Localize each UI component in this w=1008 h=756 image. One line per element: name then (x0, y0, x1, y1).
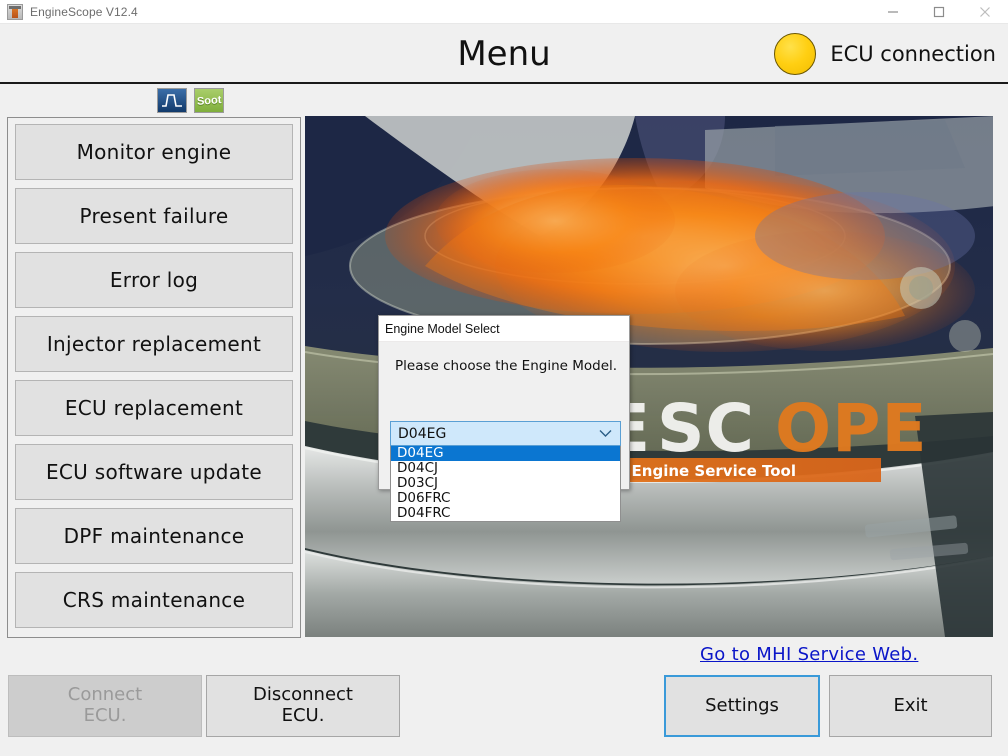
engine-model-selected-value: D04EG (391, 426, 446, 442)
chevron-down-icon[interactable] (599, 425, 612, 443)
sidebar-item-ecu-software-update[interactable]: ECU software update (15, 444, 293, 500)
connect-ecu-line2: ECU. (84, 705, 127, 726)
header-bar: Menu ECU connection (0, 24, 1008, 84)
sidebar-item-ecu-replacement[interactable]: ECU replacement (15, 380, 293, 436)
engine-model-option-d04frc[interactable]: D04FRC (391, 506, 620, 521)
engine-model-option-d03cj[interactable]: D03CJ (391, 476, 620, 491)
minimize-icon[interactable] (870, 0, 916, 24)
engine-model-option-d06frc[interactable]: D06FRC (391, 491, 620, 506)
svg-text:OPE: OPE (775, 390, 928, 467)
window-controls (870, 0, 1008, 24)
dialog-prompt: Please choose the Engine Model. (395, 358, 617, 374)
soot-icon-label: Soot (196, 94, 221, 108)
mhi-service-web-link[interactable]: Go to MHI Service Web. (700, 644, 918, 665)
app-window: EngineScope V12.4 Menu ECU connection (0, 0, 1008, 756)
sidebar-item-dpf-maintenance[interactable]: DPF maintenance (15, 508, 293, 564)
sidebar-item-error-log[interactable]: Error log (15, 252, 293, 308)
close-icon[interactable] (962, 0, 1008, 24)
dialog-body: Please choose the Engine Model. D04EG D0… (379, 342, 629, 490)
toolbar: Soot (0, 86, 1008, 114)
main-menu-panel: Monitor engine Present failure Error log… (7, 117, 301, 638)
settings-button[interactable]: Settings (664, 675, 820, 737)
engine-model-select[interactable]: D04EG (390, 421, 621, 446)
engine-piston-icon (7, 4, 23, 20)
disconnect-ecu-line1: Disconnect (253, 684, 353, 705)
maximize-icon[interactable] (916, 0, 962, 24)
soot-icon[interactable]: Soot (194, 88, 224, 113)
engine-model-option-d04eg[interactable]: D04EG (391, 446, 620, 461)
ecu-connection-label: ECU connection (830, 42, 996, 66)
engine-model-option-list[interactable]: D04EG D04CJ D03CJ D06FRC D04FRC (390, 446, 621, 522)
disconnect-ecu-line2: ECU. (282, 705, 325, 726)
dialog-title: Engine Model Select (379, 316, 629, 342)
sidebar-item-present-failure[interactable]: Present failure (15, 188, 293, 244)
sidebar-item-injector-replacement[interactable]: Injector replacement (15, 316, 293, 372)
ecu-connection-status: ECU connection (774, 24, 996, 84)
sidebar-item-monitor-engine[interactable]: Monitor engine (15, 124, 293, 180)
title-bar: EngineScope V12.4 (0, 0, 1008, 24)
window-title: EngineScope V12.4 (30, 5, 138, 19)
ecu-connection-lamp (774, 33, 816, 75)
sidebar-item-crs-maintenance[interactable]: CRS maintenance (15, 572, 293, 628)
svg-text:el Engine Service Tool: el Engine Service Tool (611, 462, 796, 480)
waveform-icon[interactable] (157, 88, 187, 113)
engine-model-select-dialog: Engine Model Select Please choose the En… (378, 315, 630, 490)
connect-ecu-button[interactable]: Connect ECU. (8, 675, 202, 737)
exit-button[interactable]: Exit (829, 675, 992, 737)
disconnect-ecu-button[interactable]: Disconnect ECU. (206, 675, 400, 737)
connect-ecu-line1: Connect (68, 684, 142, 705)
svg-text:SC: SC (657, 390, 755, 467)
engine-model-option-d04cj[interactable]: D04CJ (391, 461, 620, 476)
